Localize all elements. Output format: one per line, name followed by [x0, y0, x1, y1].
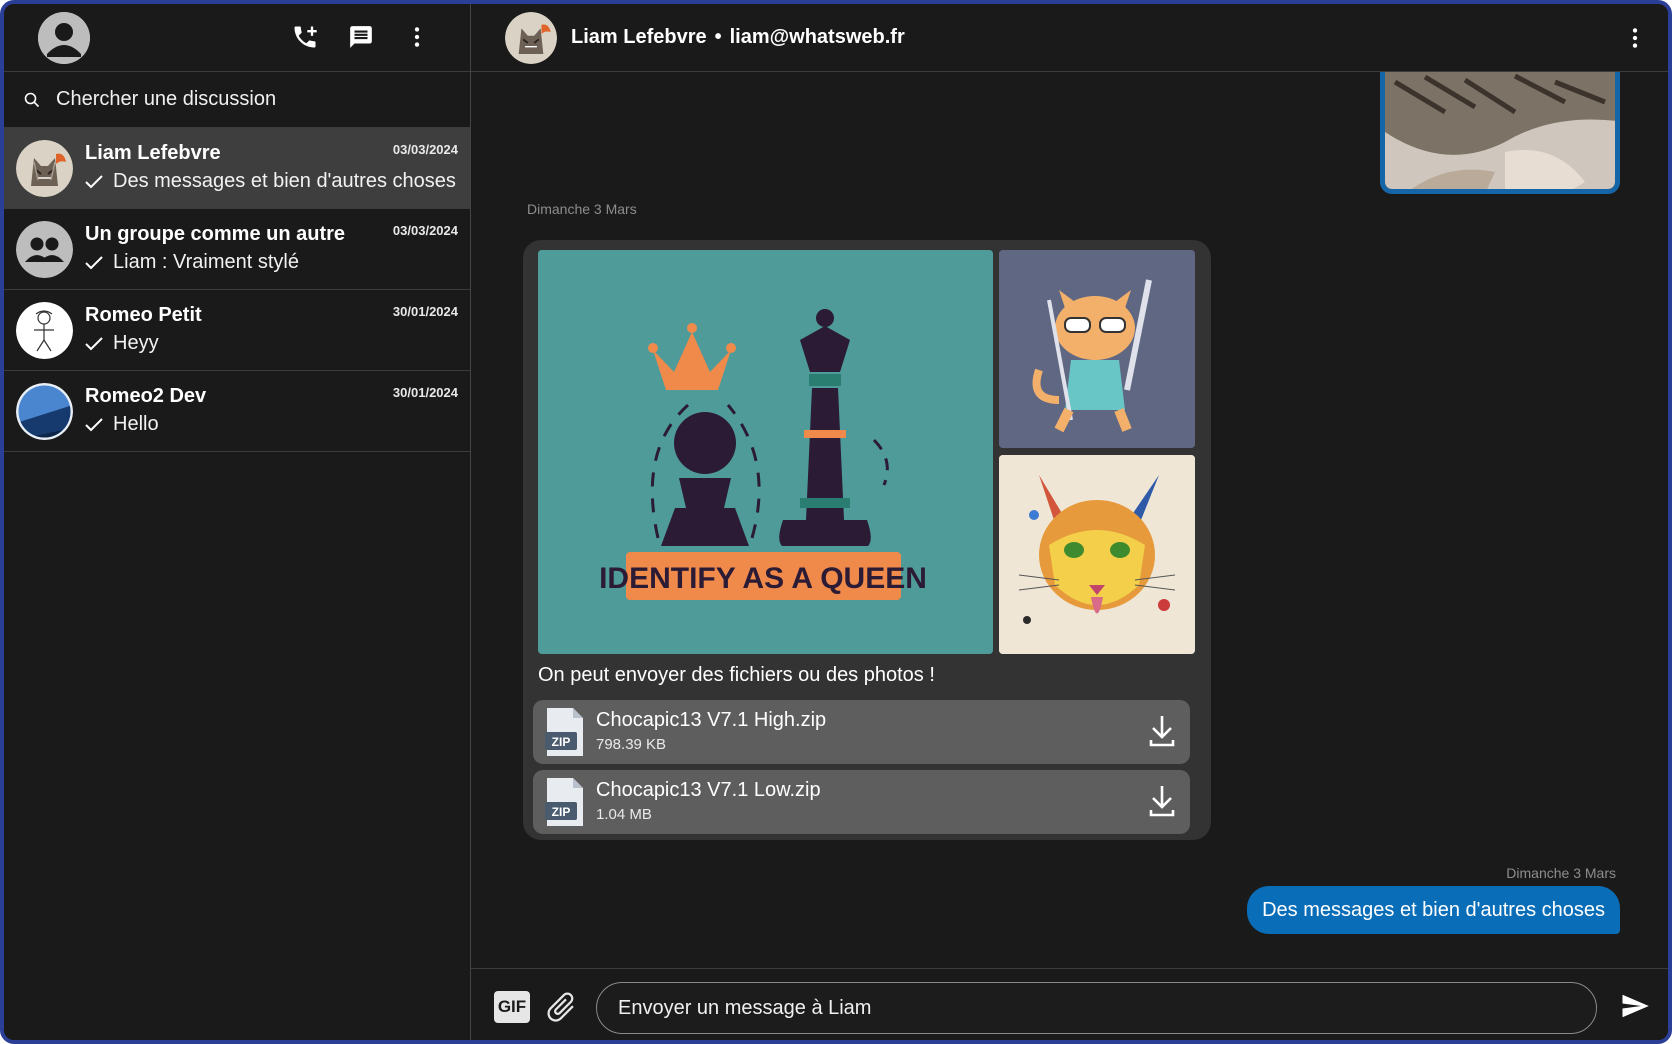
incoming-message: IDENTIFY AS A QUEEN On peut envoyer des … [523, 240, 1211, 840]
conversation-preview: Heyy [85, 332, 457, 355]
search-icon [24, 92, 40, 107]
conversation-item[interactable]: Romeo2 Dev 30/01/2024 Hello [4, 371, 470, 452]
conversation-preview-text: Hello [113, 413, 159, 435]
chat-header: Liam Lefebvre • liam@whatsweb.fr [471, 4, 1668, 72]
conversation-preview-text: Liam : Vraiment stylé [113, 251, 299, 273]
outgoing-message: Des messages et bien d'autres choses [1247, 886, 1620, 934]
my-avatar[interactable] [38, 11, 90, 64]
check-icon [85, 174, 103, 188]
search-bar [4, 72, 470, 128]
zip-file-icon: ZIP [545, 708, 583, 756]
file-attachment[interactable]: ZIP Chocapic13 V7.1 High.zip 798.39 KB [533, 700, 1190, 764]
file-size: 798.39 KB [596, 736, 667, 753]
contact-name: Liam Lefebvre [571, 26, 707, 48]
chat-panel: Liam Lefebvre • liam@whatsweb.fr Dimanch… [471, 4, 1668, 1040]
zip-file-icon: ZIP [545, 778, 583, 826]
avatar [16, 221, 73, 278]
conversation-preview-text: Heyy [113, 332, 159, 354]
conversation-preview: Liam : Vraiment stylé [85, 251, 457, 274]
download-icon[interactable] [1148, 784, 1176, 818]
file-name: Chocapic13 V7.1 Low.zip [596, 779, 821, 801]
paperclip-icon[interactable] [543, 989, 579, 1025]
image-attachment[interactable]: IDENTIFY AS A QUEEN [538, 250, 993, 654]
chat-title: Liam Lefebvre • liam@whatsweb.fr [571, 26, 905, 49]
image-attachment[interactable] [999, 250, 1195, 448]
message-composer: GIF [471, 968, 1668, 1040]
sidebar-header [4, 4, 470, 72]
message-list[interactable]: Dimanche 3 Mars IDENTIFY AS A QUEEN On p… [471, 72, 1668, 968]
group-icon [16, 221, 73, 278]
more-vert-icon[interactable] [1620, 23, 1650, 53]
conversation-item[interactable]: Liam Lefebvre 03/03/2024 Des messages et… [4, 128, 470, 209]
conversation-date: 03/03/2024 [392, 223, 458, 238]
gif-button[interactable]: GIF [494, 991, 530, 1023]
contact-email: liam@whatsweb.fr [729, 26, 905, 48]
check-icon [85, 336, 103, 350]
file-name: Chocapic13 V7.1 High.zip [596, 709, 827, 731]
conversation-item[interactable]: Un groupe comme un autre 03/03/2024 Liam… [4, 209, 470, 290]
svg-text:ZIP: ZIP [552, 735, 571, 749]
message-text: On peut envoyer des fichiers ou des phot… [538, 664, 935, 686]
conversation-name: Liam Lefebvre [85, 142, 221, 164]
download-icon[interactable] [1148, 714, 1176, 748]
search-input[interactable] [56, 88, 436, 111]
day-label: Dimanche 3 Mars [1506, 865, 1616, 881]
image-attachment[interactable] [999, 455, 1195, 654]
title-separator: • [714, 26, 722, 48]
image-caption: IDENTIFY AS A QUEEN [599, 562, 927, 595]
message-text: Des messages et bien d'autres choses [1262, 898, 1605, 921]
conversation-item[interactable]: Romeo Petit 30/01/2024 Heyy [4, 290, 470, 371]
conversation-name: Romeo Petit [85, 304, 202, 326]
avatar [16, 302, 73, 359]
day-label: Dimanche 3 Mars [527, 201, 637, 217]
svg-text:ZIP: ZIP [552, 805, 571, 819]
check-icon [85, 255, 103, 269]
check-icon [85, 417, 103, 431]
more-vert-icon[interactable] [402, 22, 432, 52]
conversation-name: Un groupe comme un autre [85, 223, 346, 245]
message-input[interactable] [596, 982, 1597, 1034]
conversation-preview-text: Des messages et bien d'autres choses [113, 170, 456, 192]
app-window: Liam Lefebvre 03/03/2024 Des messages et… [0, 0, 1672, 1044]
file-attachment[interactable]: ZIP Chocapic13 V7.1 Low.zip 1.04 MB [533, 770, 1190, 834]
send-icon[interactable] [1620, 991, 1650, 1021]
conversation-date: 30/01/2024 [392, 385, 458, 400]
file-size: 1.04 MB [596, 806, 652, 823]
sidebar: Liam Lefebvre 03/03/2024 Des messages et… [4, 4, 471, 1040]
account-avatar-icon [38, 11, 90, 64]
avatar [16, 140, 73, 197]
avatar [16, 383, 73, 440]
previous-image-message[interactable] [1380, 72, 1620, 194]
contact-avatar[interactable] [505, 11, 557, 64]
sidebar-header-actions [290, 22, 432, 52]
conversation-name: Romeo2 Dev [85, 385, 207, 407]
phone-add-icon[interactable] [290, 22, 320, 52]
new-message-icon[interactable] [346, 22, 376, 52]
conversation-date: 03/03/2024 [392, 142, 458, 157]
conversation-preview: Hello [85, 413, 457, 436]
conversation-preview: Des messages et bien d'autres choses [85, 170, 457, 193]
conversation-date: 30/01/2024 [392, 304, 458, 319]
